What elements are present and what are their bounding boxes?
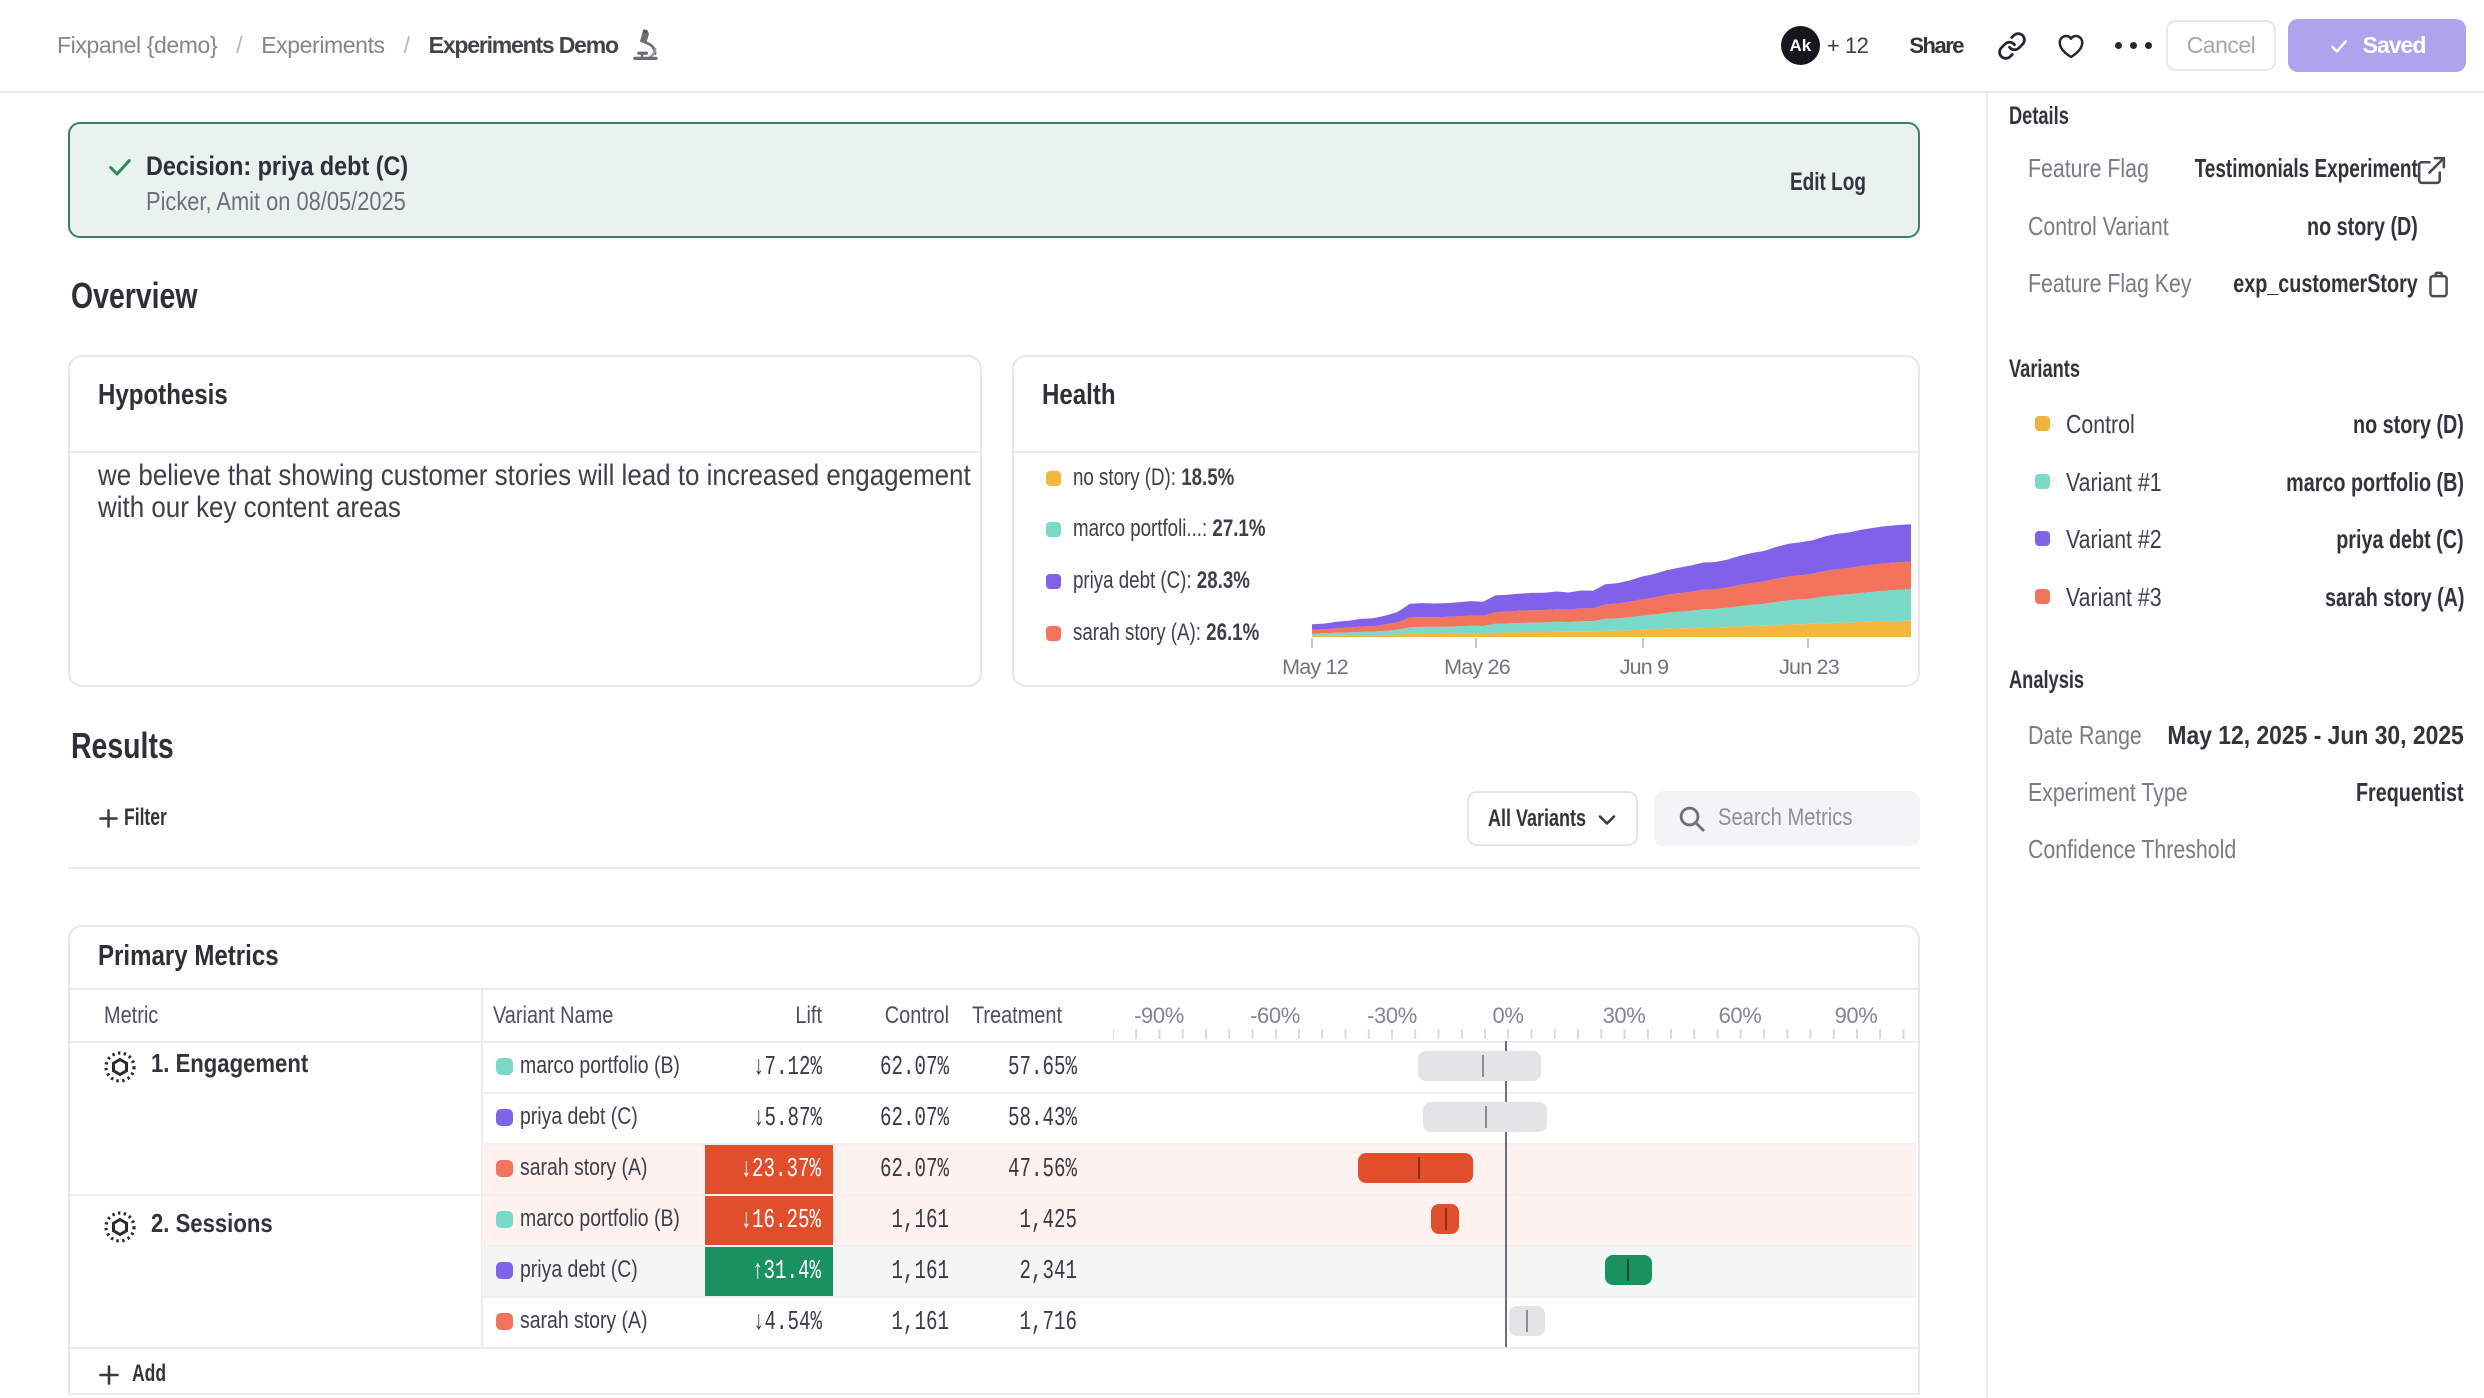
svg-text:Jun 9: Jun 9 [1620,655,1669,679]
svg-text:May 12: May 12 [1282,655,1348,679]
svg-text:May 26: May 26 [1444,655,1511,679]
svg-text:Jun 23: Jun 23 [1779,655,1840,679]
